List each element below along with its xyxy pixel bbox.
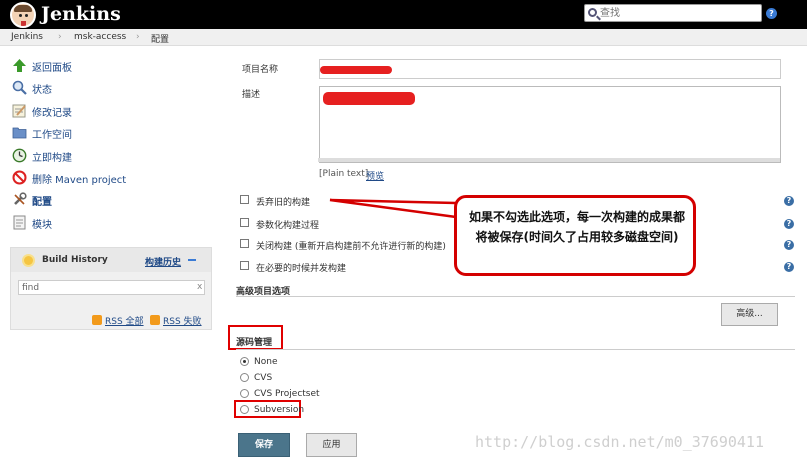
project-name-input[interactable]	[319, 59, 781, 79]
search-box[interactable]	[584, 4, 762, 22]
breadcrumb-jenkins[interactable]: Jenkins	[11, 32, 43, 42]
help-icon[interactable]: ?	[766, 8, 777, 19]
disable-build-checkbox[interactable]	[240, 239, 249, 248]
breadcrumb-separator: ›	[136, 32, 140, 42]
sidebar-item-label: 修改记录	[32, 108, 72, 119]
parameterized-build-checkbox[interactable]	[240, 218, 249, 227]
search-input[interactable]	[600, 6, 758, 20]
no-entry-icon	[12, 170, 27, 185]
rss-icon	[92, 315, 102, 325]
scm-none-label: None	[254, 357, 278, 367]
clear-filter-icon[interactable]: x	[197, 282, 202, 292]
watermark: http://blog.csdn.net/m0_37690411	[475, 433, 764, 451]
breadcrumb: Jenkins › msk-access › 配置	[0, 29, 807, 46]
scm-cvs-projectset-label: CVS Projectset	[254, 389, 320, 399]
project-name-label: 项目名称	[242, 65, 279, 75]
scm-cvs-projectset-radio[interactable]	[240, 389, 249, 398]
concurrent-build-checkbox[interactable]	[240, 261, 249, 270]
scm-subversion-radio[interactable]	[240, 405, 249, 414]
sun-icon	[24, 256, 33, 265]
collapse-icon[interactable]	[188, 259, 196, 261]
scm-subversion-label: Subversion	[254, 405, 305, 415]
rss-all-label: RSS 全部	[105, 317, 144, 327]
build-history-title: Build History	[42, 255, 108, 265]
sidebar-item-label: 返回面板	[32, 63, 72, 74]
search-icon	[588, 8, 597, 17]
jenkins-logo-icon[interactable]	[10, 2, 36, 28]
clock-icon	[12, 148, 27, 163]
concurrent-build-label: 在必要的时候并发构建	[256, 264, 347, 274]
scm-none-radio[interactable]	[240, 357, 249, 366]
build-history-panel: Build History 构建历史 x RSS 全部 RSS 失败	[10, 247, 212, 330]
breadcrumb-configure[interactable]: 配置	[151, 32, 169, 45]
rss-failed-label: RSS 失败	[163, 317, 202, 327]
help-icon[interactable]: ?	[784, 219, 794, 229]
scm-cvs-radio[interactable]	[240, 373, 249, 382]
breadcrumb-separator: ›	[58, 32, 62, 42]
redacted-project-name	[320, 66, 392, 74]
parameterized-build-label: 参数化构建过程	[256, 221, 320, 231]
build-history-header: Build History 构建历史	[11, 248, 211, 272]
folder-icon	[12, 127, 27, 139]
module-icon	[13, 215, 26, 230]
annotation-callout: 如果不勾选此选项，每一次构建的成果都将被保存(时间久了占用较多磁盘空间)	[454, 195, 696, 276]
discard-old-builds-checkbox[interactable]	[240, 195, 249, 204]
resize-handle[interactable]	[318, 158, 780, 162]
help-icon[interactable]: ?	[784, 262, 794, 272]
save-button[interactable]: 保存	[238, 433, 290, 457]
build-trend-link[interactable]: 构建历史	[145, 255, 181, 268]
section-divider	[236, 349, 795, 350]
build-filter-input[interactable]	[22, 282, 192, 294]
disable-build-label: 关闭构建 (重新开启构建前不允许进行新的构建)	[256, 242, 446, 252]
sidebar-item-label: 模块	[32, 220, 52, 231]
description-label: 描述	[242, 90, 261, 100]
build-filter-box[interactable]: x	[18, 280, 205, 295]
description-textarea[interactable]	[318, 86, 781, 163]
callout-pointer	[329, 198, 457, 219]
sidebar-item-label: 工作空间	[32, 130, 72, 141]
rss-icon	[150, 315, 160, 325]
sidebar-item-label: 配置	[32, 197, 52, 208]
section-divider	[236, 296, 795, 297]
search-icon	[12, 80, 27, 95]
discard-old-builds-label: 丢弃旧的构建	[256, 198, 311, 208]
sidebar-item-label: 状态	[32, 85, 52, 96]
apply-button[interactable]: 应用	[306, 433, 357, 457]
help-icon[interactable]: ?	[784, 240, 794, 250]
annotation-text: 如果不勾选此选项，每一次构建的成果都将被保存(时间久了占用较多磁盘空间)	[468, 210, 685, 244]
plain-text-label: [Plain text]	[319, 169, 369, 179]
sidebar-item-label: 立即构建	[32, 153, 72, 164]
help-icon[interactable]: ?	[784, 196, 794, 206]
advanced-button[interactable]: 高级...	[721, 303, 778, 326]
redacted-description	[323, 92, 415, 105]
notepad-icon	[12, 104, 26, 118]
preview-link[interactable]: 预览	[366, 169, 384, 182]
scm-cvs-label: CVS	[254, 373, 273, 383]
up-arrow-icon	[13, 59, 26, 72]
brand-title[interactable]: Jenkins	[41, 3, 121, 25]
sidebar-item-label: 删除 Maven project	[32, 175, 127, 186]
breadcrumb-project[interactable]: msk-access	[74, 32, 126, 42]
top-bar: Jenkins ?	[0, 0, 807, 29]
wrench-icon	[14, 192, 27, 205]
scm-heading: 源码管理	[236, 338, 273, 348]
